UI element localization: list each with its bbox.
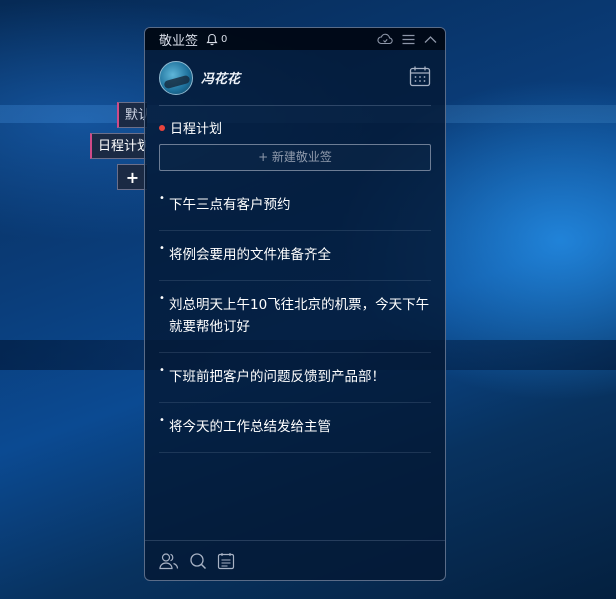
- note-text: 下班前把客户的问题反馈到产品部！: [169, 369, 385, 385]
- bullet-icon: •: [159, 193, 165, 204]
- contacts-icon[interactable]: [159, 552, 179, 570]
- profile-bar: 冯花花: [159, 50, 431, 106]
- note-text: 下午三点有客户预约: [169, 197, 291, 213]
- search-icon[interactable]: [189, 552, 207, 570]
- new-note-button[interactable]: + 新建敬业签: [159, 144, 431, 171]
- note-text: 将今天的工作总结发给主管: [169, 419, 331, 435]
- bullet-icon: •: [159, 293, 165, 304]
- cloud-sync-icon[interactable]: [377, 33, 393, 45]
- avatar[interactable]: [159, 60, 193, 95]
- footer-toolbar: [145, 540, 445, 580]
- list-item[interactable]: • 刘总明天上午10飞往北京的机票，今天下午就要帮他订好: [159, 281, 431, 353]
- bullet-icon: •: [159, 243, 165, 254]
- note-text: 将例会要用的文件准备齐全: [169, 247, 331, 263]
- menu-icon[interactable]: [402, 34, 415, 45]
- section-title: 日程计划: [170, 122, 223, 137]
- notes-list: • 下午三点有客户预约 • 将例会要用的文件准备齐全 • 刘总明天上午10飞往北…: [159, 181, 431, 453]
- side-tab-add[interactable]: +: [117, 164, 147, 190]
- side-tab-default[interactable]: 默认: [117, 102, 147, 128]
- title-bar[interactable]: 敬业签 0: [145, 28, 445, 50]
- side-tab-schedule[interactable]: 日程计划: [90, 133, 146, 159]
- bell-icon[interactable]: [206, 33, 218, 46]
- username[interactable]: 冯花花: [201, 68, 240, 87]
- calendar-icon[interactable]: [409, 65, 431, 91]
- bullet-icon: •: [159, 415, 165, 426]
- notification-count: 0: [221, 33, 228, 45]
- list-item[interactable]: • 下班前把客户的问题反馈到产品部！: [159, 353, 431, 403]
- collapse-icon[interactable]: [424, 35, 437, 44]
- bullet-icon: •: [159, 365, 165, 376]
- app-title: 敬业签: [159, 33, 199, 49]
- list-item[interactable]: • 下午三点有客户预约: [159, 181, 431, 231]
- notes-list-icon[interactable]: [217, 552, 235, 570]
- red-dot-icon: [159, 124, 165, 131]
- section-header: 日程计划: [159, 118, 431, 137]
- sticky-note-panel: 敬业签 0 冯花花 日程计划 + 新建敬业签 • 下午三点有客户预约 • 将例会…: [144, 27, 446, 581]
- list-item[interactable]: • 将例会要用的文件准备齐全: [159, 231, 431, 281]
- note-text: 刘总明天上午10飞往北京的机票，今天下午就要帮他订好: [169, 297, 430, 335]
- list-item[interactable]: • 将今天的工作总结发给主管: [159, 403, 431, 453]
